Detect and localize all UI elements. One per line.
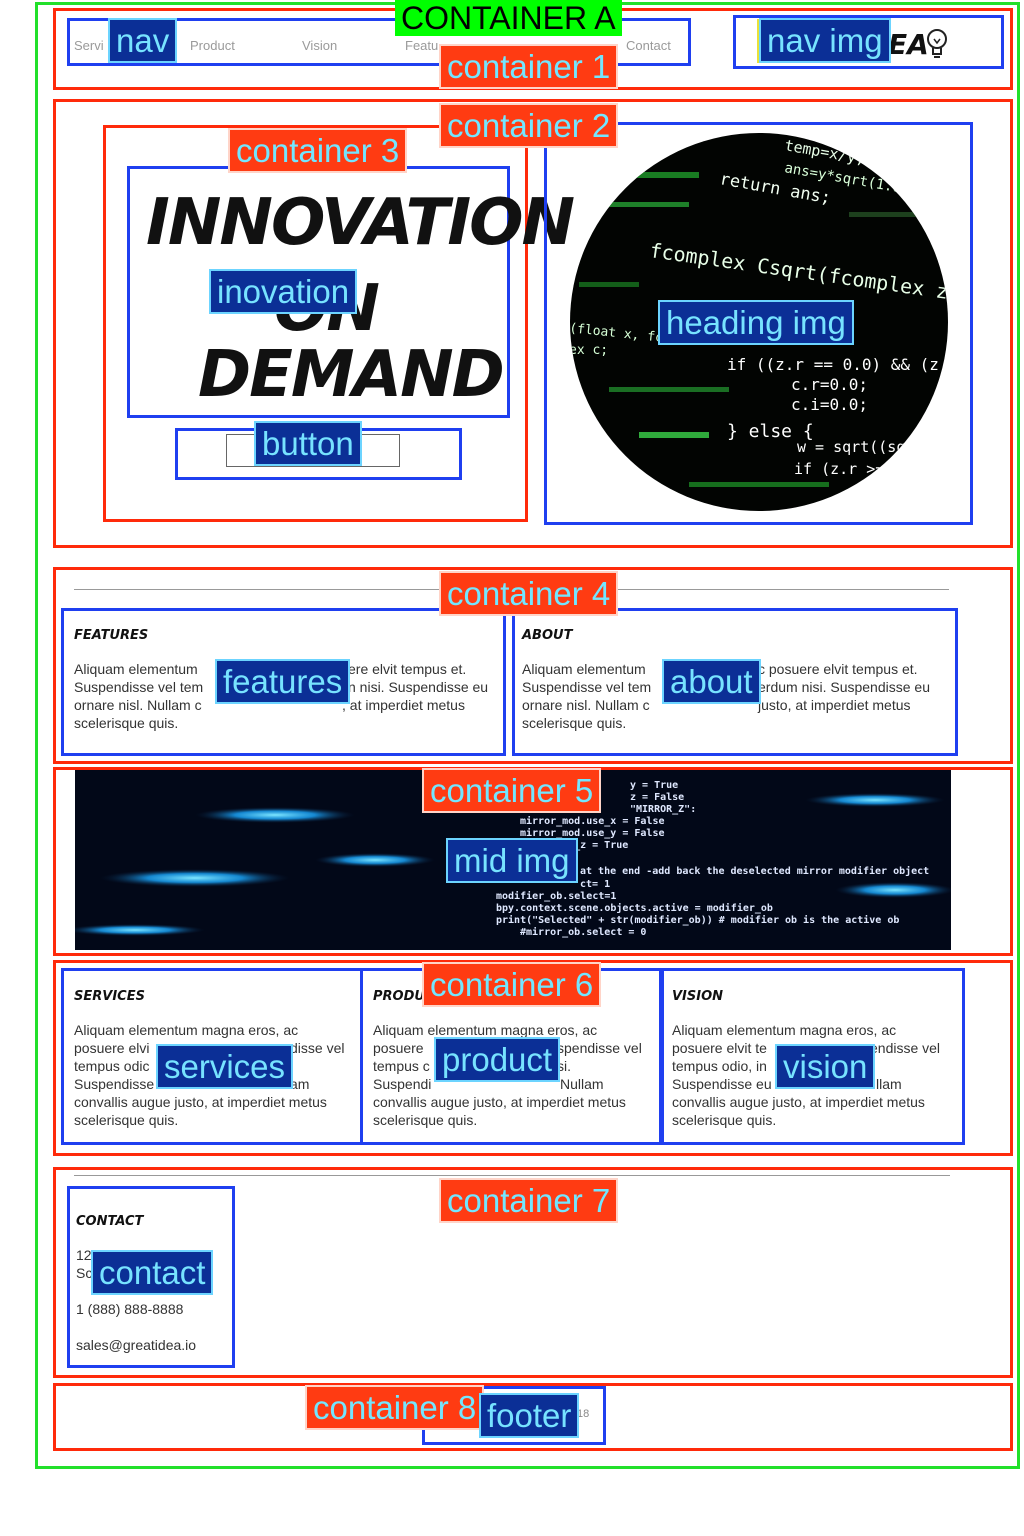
features-text-6: , at imperdiet metus xyxy=(342,697,465,713)
nav-item-product[interactable]: Product xyxy=(190,38,235,53)
contact-address-1: 12 xyxy=(76,1247,92,1263)
label-about: about xyxy=(662,659,761,704)
features-text-5: ornare nisl. Nullam c xyxy=(74,697,202,713)
features-text-4: n nisi. Suspendisse eu xyxy=(348,679,489,695)
logo-text: EA xyxy=(888,28,929,61)
label-button: button xyxy=(254,421,362,466)
vision-text-3: endisse vel xyxy=(870,1040,941,1056)
label-container-4: container 4 xyxy=(439,571,619,616)
product-text-8: convallis augue justo, at imperdiet metu… xyxy=(373,1094,626,1110)
code-line: c.r=0.0; xyxy=(791,375,868,394)
divider-bottom xyxy=(74,1175,950,1176)
mid-code-line: ct= 1 xyxy=(580,879,610,890)
mid-code-line: mirror_mod.use_x = False xyxy=(520,815,665,827)
mid-code-line: at the end -add back the deselected mirr… xyxy=(580,865,929,877)
features-text-2: ere elvit tempus et. xyxy=(348,661,467,677)
nav-item-services[interactable]: Servi xyxy=(74,38,104,53)
features-title: FEATURES xyxy=(74,628,149,643)
hero-line-3: DEMAND xyxy=(198,338,505,412)
services-text-4: tempus odic xyxy=(74,1058,150,1074)
label-container-a: CONTAINER A xyxy=(395,0,622,36)
vision-text-7: convallis augue justo, at imperdiet metu… xyxy=(672,1094,925,1110)
code-line: ex c; xyxy=(569,343,608,358)
product-text-9: scelerisque quis. xyxy=(373,1112,478,1128)
services-text-8: scelerisque quis. xyxy=(74,1112,179,1128)
about-text-3: Suspendisse vel tem xyxy=(522,679,652,695)
features-text-7: scelerisque quis. xyxy=(74,715,179,731)
contact-title: CONTACT xyxy=(76,1214,144,1229)
mid-code-line: #mirror_ob.select = 0 xyxy=(520,926,646,938)
label-services: services xyxy=(156,1044,294,1089)
about-text-4: erdum nisi. Suspendisse eu xyxy=(758,679,930,695)
vision-title: VISION xyxy=(672,989,724,1004)
services-text-7: convallis augue justo, at imperdiet metu… xyxy=(74,1094,327,1110)
code-line: if (z.r >= 0.0){ xyxy=(794,460,939,478)
contact-address-2: Sc xyxy=(76,1265,93,1281)
label-container-2: container 2 xyxy=(439,103,619,148)
label-container-7: container 7 xyxy=(439,1178,619,1223)
vision-text-1: Aliquam elementum magna eros, ac xyxy=(672,1022,897,1038)
code-line: c.i=0.0; xyxy=(791,395,868,414)
product-text-3: spendisse vel xyxy=(557,1040,642,1056)
contact-email[interactable]: sales@greatidea.io xyxy=(76,1336,196,1354)
vision-text-8: scelerisque quis. xyxy=(672,1112,777,1128)
lightbulb-icon xyxy=(927,29,947,58)
label-features: features xyxy=(215,659,351,704)
product-text-6: Suspendi xyxy=(373,1076,432,1092)
vision-text-2: posuere elvit te xyxy=(672,1040,767,1056)
label-mid-img: mid img xyxy=(446,838,578,883)
code-line: if ((z.r == 0.0) && (z.i == 0.0)) { xyxy=(727,355,950,374)
vision-text-5: Suspendisse eu xyxy=(672,1076,772,1092)
about-title: ABOUT xyxy=(522,628,573,643)
label-nav: nav xyxy=(108,18,178,63)
product-text-4: tempus c xyxy=(373,1058,430,1074)
features-text-1: Aliquam elementum xyxy=(74,661,198,677)
nav-item-features[interactable]: Featu xyxy=(405,38,438,53)
mid-code-line: "MIRROR_Z": xyxy=(630,804,696,815)
code-line: w = sqrt((sqrt(z.r xyxy=(797,438,950,456)
about-text-5: ornare nisl. Nullam c xyxy=(522,697,650,713)
services-text-1: Aliquam elementum magna eros, ac xyxy=(74,1022,299,1038)
contact-phone[interactable]: 1 (888) 888-8888 xyxy=(76,1300,183,1318)
label-container-8: container 8 xyxy=(305,1385,485,1430)
services-text-5: Suspendisse xyxy=(74,1076,155,1092)
label-heading-img: heading img xyxy=(658,300,854,345)
mid-code-line: modifier_ob.select=1 xyxy=(496,890,616,902)
label-nav-img: nav img xyxy=(759,18,891,63)
label-inovation: inovation xyxy=(209,269,358,314)
label-footer: footer xyxy=(479,1393,580,1438)
label-vision: vision xyxy=(775,1044,876,1089)
services-text-3: disse vel xyxy=(290,1040,345,1056)
mid-code-line: y = True xyxy=(630,780,678,791)
label-contact: contact xyxy=(91,1250,214,1295)
vision-text-4: tempus odio, in xyxy=(672,1058,767,1074)
label-product: product xyxy=(434,1037,561,1082)
mid-code-line: z = False xyxy=(630,792,684,803)
nav-item-vision[interactable]: Vision xyxy=(302,38,337,53)
label-container-6: container 6 xyxy=(422,962,602,1007)
about-text-1: Aliquam elementum xyxy=(522,661,646,677)
services-text-2: posuere elvi xyxy=(74,1040,150,1056)
label-container-1: container 1 xyxy=(439,44,619,89)
product-text-7: Nullam xyxy=(560,1076,604,1092)
hero-line-1: INNOVATION xyxy=(146,186,575,260)
about-text-6: justo, at imperdiet metus xyxy=(758,697,911,713)
label-container-3: container 3 xyxy=(228,128,408,173)
vision-text-6: llam xyxy=(876,1076,902,1092)
about-text-7: scelerisque quis. xyxy=(522,715,627,731)
product-text-2: posuere xyxy=(373,1040,424,1056)
about-text-2: c posuere elvit tempus et. xyxy=(758,661,918,677)
mid-code-line: print("Selected" + str(modifier_ob)) # m… xyxy=(496,914,899,926)
label-container-5: container 5 xyxy=(422,768,602,813)
mid-code-line: bpy.context.scene.objects.active = modif… xyxy=(496,902,773,914)
services-title: SERVICES xyxy=(74,989,145,1004)
features-text-3: Suspendisse vel tem xyxy=(74,679,204,695)
nav-item-contact[interactable]: Contact xyxy=(626,38,671,53)
